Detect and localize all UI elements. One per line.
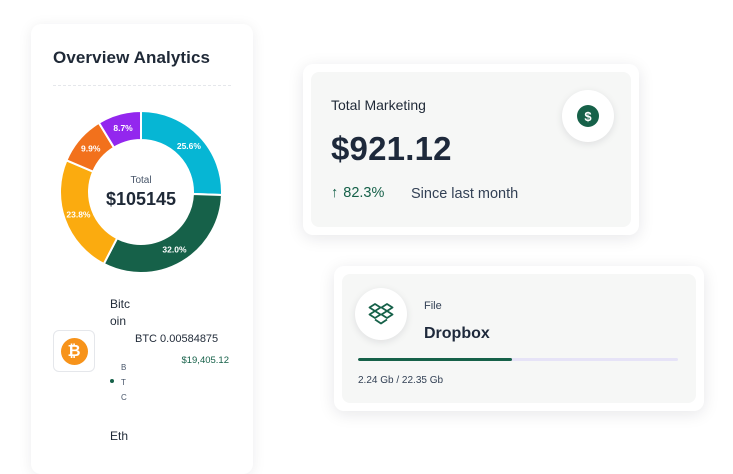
total-marketing-panel: Total Marketing $921.12 ↑ 82.3% Since la… <box>311 72 631 227</box>
file-panel: File Dropbox 2.24 Gb / 22.35 Gb <box>342 274 696 403</box>
donut-total-label: Total <box>130 174 152 186</box>
coin-name-eth: Eth <box>110 429 129 443</box>
donut-chart: 25.6% 32.0% 23.8% 9.9% 8.7% Total $105145 <box>60 111 222 273</box>
storage-progress-bar <box>358 358 678 361</box>
overview-analytics-card: Overview Analytics 25.6% 32.0% 23.8% 9.9% 8.… <box>31 24 253 474</box>
total-marketing-card: Total Marketing $921.12 ↑ 82.3% Since la… <box>303 64 639 235</box>
dollar-icon-ring: $ <box>562 90 614 142</box>
marketing-trend: ↑ 82.3% <box>331 185 384 201</box>
donut-total-value: $105145 <box>105 188 177 209</box>
divider <box>53 85 231 86</box>
coin-amount: BTC 0.00584875 <box>135 333 219 345</box>
storage-usage-text: 2.24 Gb / 22.35 Gb <box>358 375 444 386</box>
storage-progress-fill <box>358 358 512 361</box>
marketing-title: Total Marketing <box>331 97 426 113</box>
dropbox-icon <box>368 303 394 325</box>
donut-center: Total $105145 <box>60 111 222 273</box>
bitcoin-icon: ₿ <box>60 337 88 365</box>
file-card: File Dropbox 2.24 Gb / 22.35 Gb <box>334 266 704 411</box>
coin-name: Bitcoin <box>110 297 131 328</box>
trend-text: Since last month <box>411 186 519 202</box>
file-name: Dropbox <box>424 325 490 342</box>
coin-symbol: BTC <box>121 363 127 402</box>
arrow-up-icon: ↑ <box>331 185 339 201</box>
bitcoin-icon-box: ₿ <box>53 330 95 372</box>
overview-title: Overview Analytics <box>53 48 211 67</box>
trend-percent: 82.3% <box>343 185 385 201</box>
coin-status-dot <box>110 379 114 383</box>
marketing-value: $921.12 <box>331 130 452 167</box>
coin-value: $19,405.12 <box>181 355 229 366</box>
dollar-icon: $ <box>577 105 599 127</box>
dropbox-icon-ring <box>355 288 407 340</box>
file-label: File <box>424 300 442 312</box>
